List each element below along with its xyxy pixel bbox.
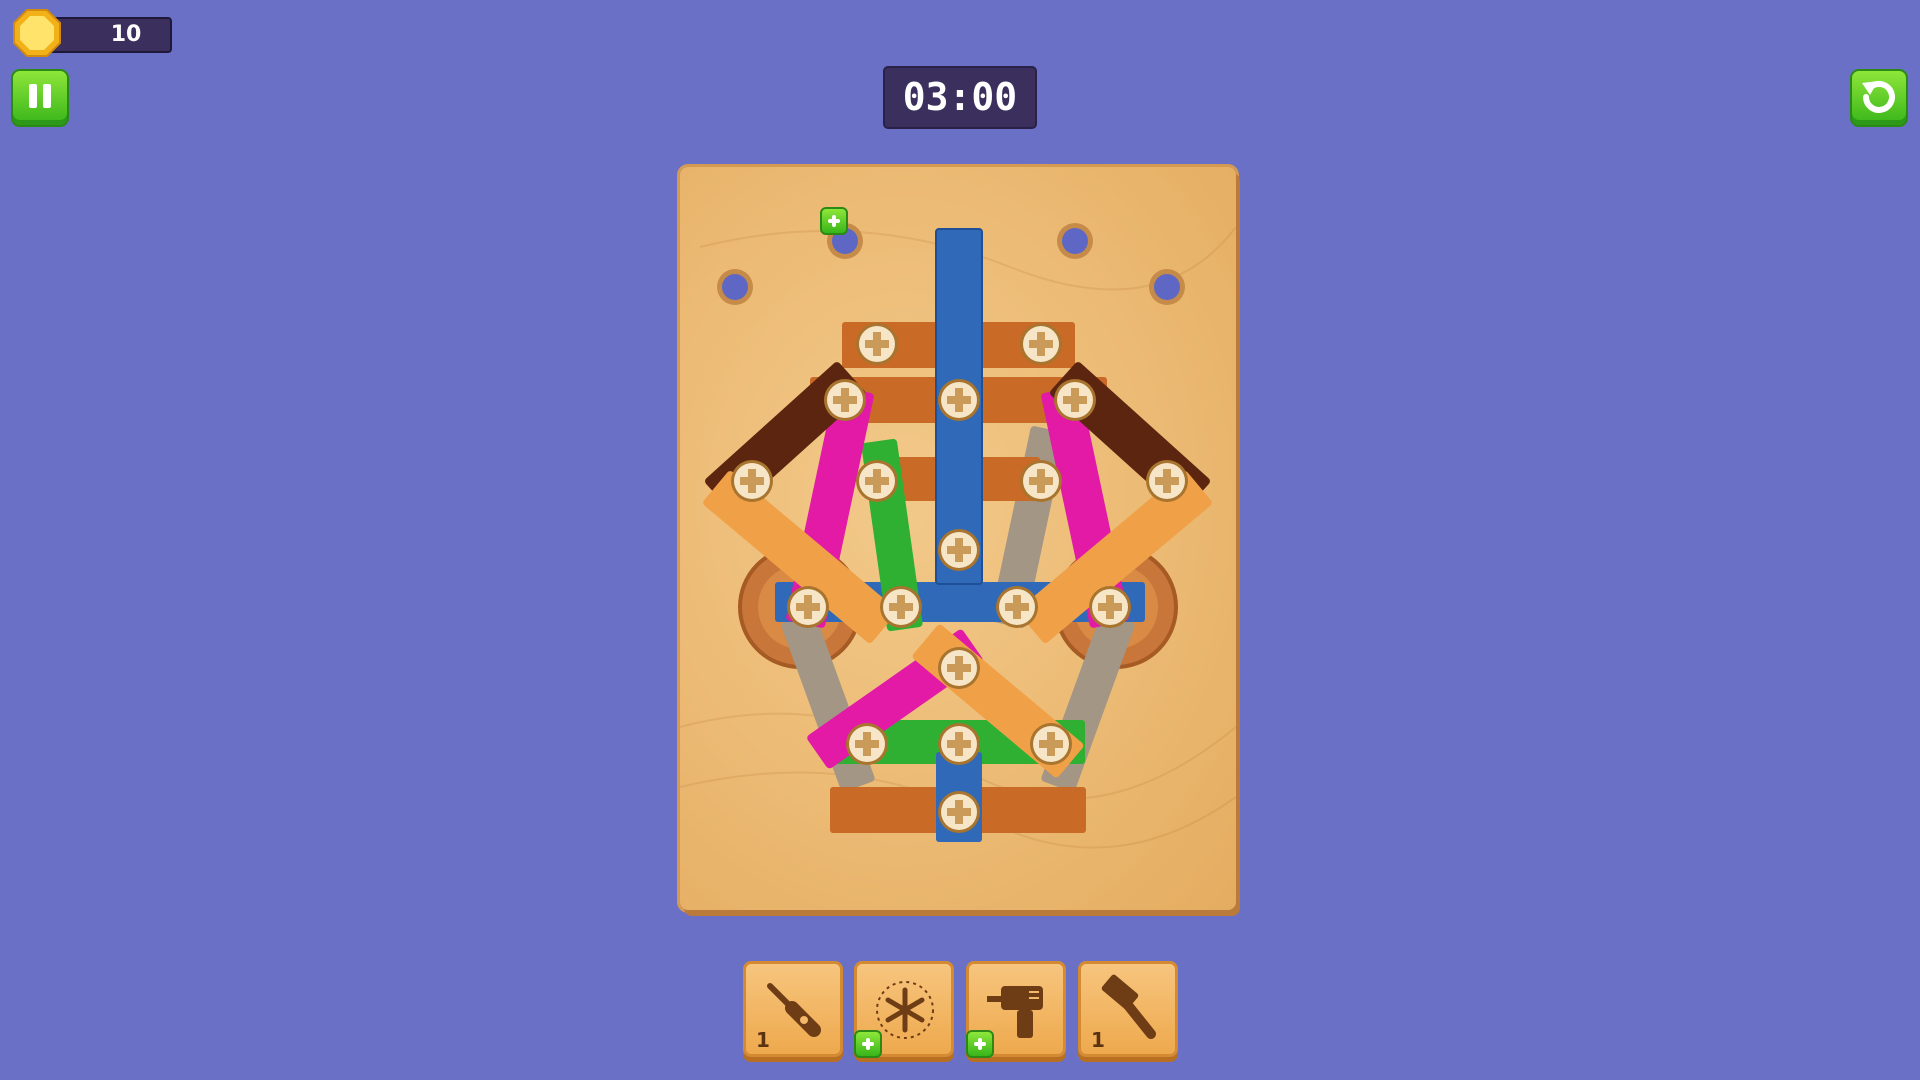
screwdriver-count: 1 [756,1028,770,1052]
restart-button[interactable] [1850,69,1908,127]
add-hole-button[interactable] [820,207,848,235]
pause-button[interactable] [11,69,69,127]
pause-icon [29,84,51,108]
timer: 03:00 [883,66,1037,129]
restart-icon [1862,81,1895,113]
coin-counter: 10 [10,9,172,57]
tool-screwdriver[interactable]: 1 [743,961,843,1057]
buy-drill-button[interactable] [966,1030,994,1058]
hammer-count: 1 [1091,1028,1105,1052]
game-board [680,167,1236,910]
coin-icon [13,9,61,57]
buy-freeze-button[interactable] [854,1030,882,1058]
coin-count: 10 [110,22,142,47]
tool-hammer[interactable]: 1 [1078,961,1178,1057]
